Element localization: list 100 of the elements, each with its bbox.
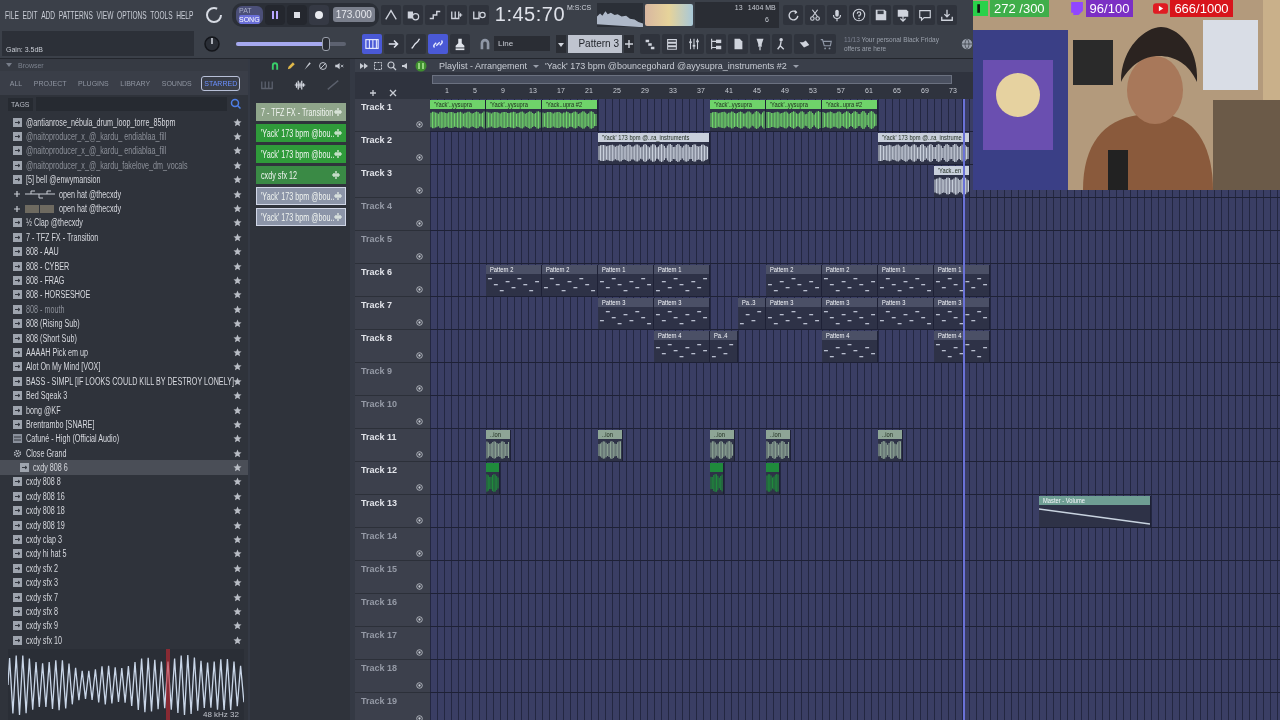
browser-item[interactable]: cxdy 808 8 [0,474,248,490]
export-button[interactable] [892,4,913,25]
star-icon[interactable] [233,146,242,156]
pencil-icon[interactable] [286,61,296,71]
mute-icon[interactable] [416,484,423,491]
browser-item[interactable]: cxdy hi hat 5 [0,546,248,562]
star-icon[interactable] [233,535,242,544]
peak-button[interactable] [380,4,401,25]
browser-item[interactable]: open hat @thecxdy [0,186,248,202]
mute-icon[interactable] [416,121,423,128]
star-icon[interactable] [233,160,242,170]
pattern-clip[interactable]: Pattern 3 [654,298,710,329]
audio-clip[interactable]: 'Yack'..yysupra [710,100,766,131]
star-icon[interactable] [233,621,242,631]
add-icon[interactable] [624,34,634,53]
star-icon[interactable] [233,563,242,573]
steps-button[interactable] [424,4,445,25]
star-icon[interactable] [233,319,242,329]
browser-item[interactable]: cxdy 808 16 [0,489,248,504]
browser-item[interactable]: @antianrose_nébula_drum_loop_torre_85bpm [0,115,248,130]
browser-item[interactable]: BASS - SIMPL [IF LOOKS COULD KILL BY DESTROY LONELY] [0,374,248,389]
audio-clip[interactable]: ..ion [878,430,903,461]
globe-icon[interactable] [960,36,974,51]
piano-roll-button[interactable] [362,33,382,54]
pattern-clip[interactable]: Pattern 1 [934,265,990,296]
star-icon[interactable] [233,477,242,487]
audio-clip[interactable]: 'Yack' 173 bpm @..ra_instruments [598,133,710,164]
stairs-button[interactable] [640,33,660,54]
pattern-clip[interactable]: Pattern 4 [934,331,990,362]
snap-dropdown[interactable]: Line [494,36,550,51]
audio-clip[interactable] [486,463,500,494]
browser-item[interactable]: 808 - FRAG [0,273,248,288]
mute-icon[interactable] [416,352,423,359]
browser-item[interactable]: cxdy sfx 7 [0,589,248,605]
audio-clip[interactable] [710,463,724,494]
star-icon[interactable] [233,189,242,199]
list-button[interactable] [662,33,682,54]
menu-item[interactable]: ADD [41,8,56,21]
browser-item[interactable]: @naitoproducer_x_@_kardu_ endiablaa_fill [0,143,248,159]
star-icon[interactable] [233,391,242,401]
pattern-clip[interactable]: Pattern 1 [878,265,934,296]
volume-slider[interactable] [236,36,346,51]
star-icon[interactable] [233,606,242,616]
stamp-button[interactable] [450,33,470,54]
star-icon[interactable] [233,247,242,257]
audio-clip[interactable]: 'Yack'..yysupra [486,100,542,131]
audio-clip[interactable]: ..ion [710,430,735,461]
star-icon[interactable] [233,376,242,386]
pattern-clip[interactable]: Pattern 3 [878,298,934,329]
mute-icon[interactable] [416,319,423,326]
pattern-clip[interactable]: Pa..4 [710,331,738,362]
browser-item[interactable]: Brentrambo [SNARE] [0,417,248,432]
sliders-button[interactable] [684,33,704,54]
star-icon[interactable] [233,261,242,271]
record-button[interactable] [308,4,329,25]
star-icon[interactable] [233,304,242,314]
star-icon[interactable] [233,333,242,343]
pattern-clip[interactable]: Pattern 3 [766,298,822,329]
mute-icon[interactable] [416,220,423,227]
play-icon[interactable] [359,60,369,71]
star-icon[interactable] [233,218,242,228]
refresh-button[interactable] [782,4,803,25]
menu-item[interactable]: FILE [5,8,19,21]
browser-item[interactable]: Cafuné - High (Official Audio) [0,431,248,446]
scissors-button[interactable] [804,4,825,25]
drag-icon[interactable] [331,170,341,180]
pause-button[interactable] [264,4,285,25]
star-icon[interactable] [233,635,242,645]
playlist-icon[interactable] [415,59,427,72]
star-icon[interactable] [233,347,242,357]
clip-source[interactable]: cxdy sfx 12 [256,166,346,184]
star-icon[interactable] [233,204,242,214]
curve-button[interactable] [406,33,426,54]
mute-icon[interactable] [416,253,423,260]
browser-item[interactable]: cxdy sfx 3 [0,575,248,590]
browser-item[interactable]: cxdy sfx 10 [0,633,248,647]
audio-clip[interactable]: ..ion [598,430,623,461]
browser-item[interactable]: cxdy sfx 2 [0,561,248,576]
clip-source[interactable]: 'Yack' 173 bpm @bou.. [256,145,346,163]
mute-icon[interactable] [416,715,423,720]
mute-icon[interactable] [334,61,344,71]
star-icon[interactable] [233,578,242,588]
browser-item[interactable]: Alot On My Mind [VOX] [0,359,248,375]
mute-icon[interactable] [416,418,423,425]
clock-button[interactable] [402,4,423,25]
pattern-clip[interactable]: Pa..3 [738,298,766,329]
audio-clip[interactable]: ..ion [486,430,511,461]
pattern-clip[interactable]: Pattern 4 [654,331,710,362]
arrow-button[interactable] [384,33,404,54]
clip-source[interactable]: 'Yack' 173 bpm @bou.. [256,124,346,142]
browser-item[interactable]: cxdy sfx 8 [0,604,248,619]
browser-item[interactable]: open hat @thecxdy [0,201,248,216]
browser-item[interactable]: 7 - TFZ FX - Transition [0,230,248,245]
star-icon[interactable] [233,290,242,300]
audio-clip[interactable] [766,463,780,494]
pattern-clip[interactable]: Pattern 1 [654,265,710,296]
browser-item[interactable]: 808 (Short Sub) [0,330,248,346]
star-icon[interactable] [233,463,242,473]
star-icon[interactable] [233,405,242,415]
mute-icon[interactable] [416,451,423,458]
